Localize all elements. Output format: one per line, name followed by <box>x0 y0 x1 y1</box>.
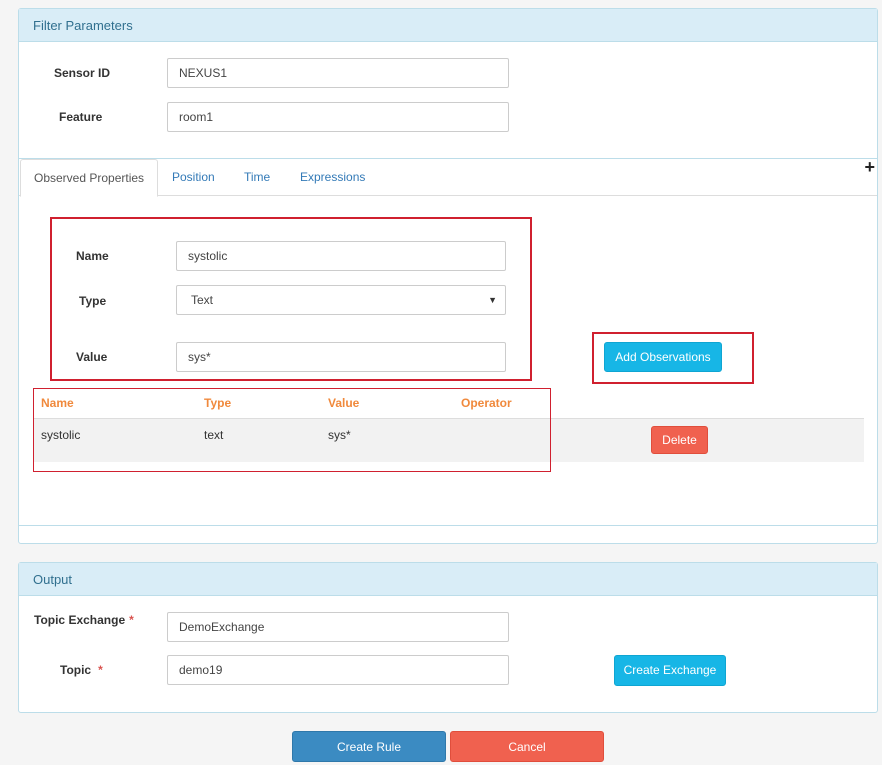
required-marker: * <box>129 613 134 627</box>
observed-type-value: Text <box>191 293 214 307</box>
topic-label-text: Topic <box>60 663 92 677</box>
output-heading: Output <box>19 563 877 596</box>
tab-bar: Observed Properties Position Time Expres… <box>19 157 877 197</box>
tab-expressions[interactable]: Expressions <box>300 159 365 195</box>
sensor-id-label: Sensor ID <box>54 66 111 80</box>
filter-parameters-panel: Filter Parameters Sensor ID NEXUS1 Featu… <box>18 8 878 544</box>
create-exchange-button[interactable]: Create Exchange <box>614 655 726 686</box>
observed-value-input[interactable]: sys* <box>176 342 506 372</box>
feature-input[interactable]: room1 <box>167 102 509 132</box>
observed-name-label: Name <box>76 249 109 263</box>
output-panel: Output Topic Exchange * DemoExchange Topi… <box>18 562 878 713</box>
add-tab-icon[interactable]: + <box>864 157 875 178</box>
observed-value-label: Value <box>76 350 108 364</box>
chevron-down-icon: ▼ <box>488 295 497 305</box>
add-observations-button[interactable]: Add Observations <box>604 342 722 372</box>
topic-label: Topic * <box>60 663 103 677</box>
topic-exchange-label: Topic Exchange * <box>34 613 134 627</box>
feature-label: Feature <box>59 110 103 124</box>
tab-observed-properties[interactable]: Observed Properties <box>20 159 159 197</box>
cancel-button[interactable]: Cancel <box>450 731 604 762</box>
filter-parameters-heading: Filter Parameters <box>19 9 877 42</box>
observed-type-label: Type <box>79 294 107 308</box>
required-marker: * <box>98 663 103 677</box>
create-rule-button[interactable]: Create Rule <box>292 731 446 762</box>
sensor-id-input[interactable]: NEXUS1 <box>167 58 509 88</box>
observed-name-input[interactable]: systolic <box>176 241 506 271</box>
tabs-container: Observed Properties Position Time Expres… <box>19 157 877 526</box>
observations-table-highlight <box>33 388 551 472</box>
topic-exchange-input[interactable]: DemoExchange <box>167 612 509 642</box>
topic-input[interactable]: demo19 <box>167 655 509 685</box>
delete-button[interactable]: Delete <box>651 426 708 454</box>
topic-exchange-label-text: Topic Exchange <box>34 613 126 627</box>
tab-position[interactable]: Position <box>172 159 215 195</box>
observed-type-select[interactable]: Text ▼ <box>176 285 506 315</box>
tab-time[interactable]: Time <box>244 159 270 195</box>
